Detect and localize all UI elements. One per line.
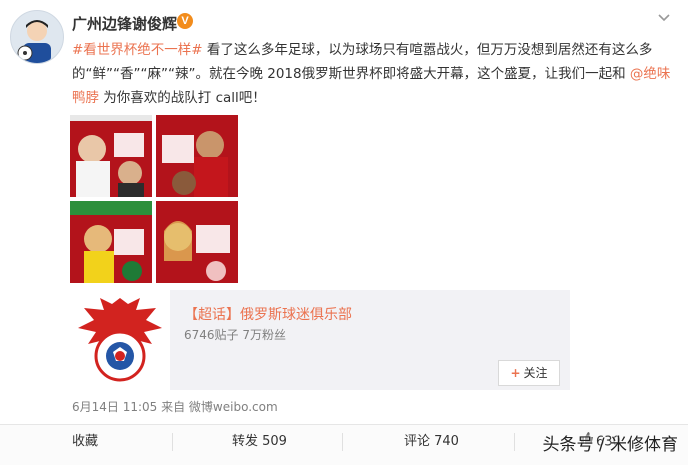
- follow-button[interactable]: + 关注: [498, 360, 560, 386]
- plus-icon: +: [510, 366, 521, 380]
- divider: [172, 433, 173, 451]
- image-thumbnail[interactable]: [70, 115, 152, 197]
- follow-label: 关注: [523, 366, 548, 380]
- image-thumbnail[interactable]: [156, 201, 238, 283]
- image-thumbnail[interactable]: [70, 201, 152, 283]
- card-title[interactable]: 【超话】俄罗斯球迷俱乐部: [184, 304, 352, 324]
- favorite-button[interactable]: 收藏: [72, 425, 98, 465]
- image-thumbnail[interactable]: [156, 115, 238, 197]
- chevron-down-icon[interactable]: [657, 10, 671, 24]
- post-meta: 6月14日 11:05 来自 微博weibo.com: [72, 400, 278, 414]
- username[interactable]: 广州边锋谢俊辉: [72, 13, 177, 34]
- divider: [342, 433, 343, 451]
- image-grid: [70, 115, 242, 287]
- super-topic-card[interactable]: 【超话】俄罗斯球迷俱乐部 6746贴子 7万粉丝 + 关注: [70, 290, 570, 390]
- verified-badge-icon: V: [177, 13, 193, 29]
- card-stats: 6746贴子 7万粉丝: [184, 328, 286, 342]
- comment-button[interactable]: 评论 740: [404, 425, 459, 465]
- avatar[interactable]: [10, 10, 64, 64]
- divider: [514, 433, 515, 451]
- post-text-part-2: 为你喜欢的战队打 call吧！: [99, 90, 266, 106]
- repost-button[interactable]: 转发 509: [232, 425, 287, 465]
- watermark: 头条号 / 米修体育: [542, 435, 678, 455]
- russia-football-emblem-icon: [70, 290, 170, 390]
- post-text: #看世界杯绝不一样# 看了这么多年足球，以为球场只有喧嚣战火，但万万没想到居然还…: [72, 38, 672, 110]
- topic-link[interactable]: #看世界杯绝不一样#: [72, 42, 203, 58]
